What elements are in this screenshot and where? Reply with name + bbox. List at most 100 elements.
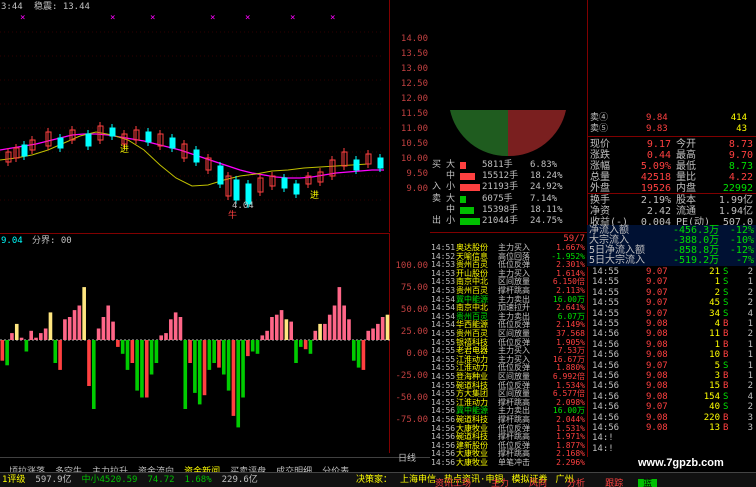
indicator-bar bbox=[29, 330, 34, 340]
indicator-bar bbox=[130, 340, 135, 363]
flow-vol: 21193手 bbox=[482, 182, 519, 192]
tick-vol: 5 bbox=[714, 360, 720, 371]
flow-vol: 21044手 bbox=[482, 216, 519, 226]
indicator-bar bbox=[231, 340, 236, 416]
tick-time: 14:55 bbox=[592, 308, 620, 319]
tick-vol: 4 bbox=[714, 319, 720, 329]
tick-row: 14:56 9.07 5 S 1 bbox=[588, 361, 756, 371]
flow-in-label: 入 bbox=[432, 182, 442, 192]
x-marker: × bbox=[210, 13, 215, 23]
indicator-bar bbox=[164, 333, 168, 340]
signal-tag: 进 bbox=[310, 190, 319, 201]
indicator-bar bbox=[48, 312, 53, 340]
indicator-bar bbox=[299, 340, 303, 347]
tick-price: 9.08 bbox=[646, 319, 668, 329]
sell-label: 卖⑤ bbox=[590, 124, 609, 134]
stat-row: 现价 9.17 今开 8.73 bbox=[588, 139, 756, 150]
candle-body bbox=[57, 137, 64, 149]
indicator-bar bbox=[0, 340, 5, 361]
indicator-bar bbox=[125, 340, 130, 370]
stat-value: 2.19% bbox=[640, 195, 671, 206]
signal-row[interactable]: 14:56 大康牧业 单笔冲击 2.296% bbox=[430, 458, 587, 467]
signal-name[interactable]: 大康牧业 bbox=[456, 458, 488, 467]
indicator-bar bbox=[376, 323, 380, 340]
flow-vol: 15512手 bbox=[482, 171, 519, 181]
right-tab[interactable]: 风向 bbox=[524, 479, 552, 487]
indicator-bar bbox=[308, 340, 313, 354]
indicator-axis-label: 75.00 bbox=[400, 283, 428, 293]
right-tab[interactable]: 跟踪 bbox=[600, 479, 628, 487]
flow-vol: 6075手 bbox=[482, 194, 513, 204]
flow-buy-label: 买 bbox=[432, 160, 442, 170]
flow-bar bbox=[460, 207, 475, 214]
tick-price: 9.07 bbox=[646, 298, 668, 309]
tick-time: 14:55 bbox=[592, 319, 620, 329]
stat-row: 净资 2.42 流通 1.94亿 bbox=[588, 206, 756, 217]
indicator-bar bbox=[183, 340, 188, 409]
tick-count: 2 bbox=[747, 298, 753, 309]
right-tab[interactable]: 篮 bbox=[638, 479, 658, 487]
indicator-bar bbox=[270, 317, 274, 340]
indicator-bar bbox=[87, 340, 91, 386]
right-tab[interactable]: 主力 bbox=[486, 479, 514, 487]
net-flow-panel: 净流入额 -456.3万 -12% 大宗流入 -388.0万 -10% 5日净流入额 -858… bbox=[587, 225, 756, 267]
right-tab[interactable]: 分析 bbox=[562, 479, 590, 487]
stat-label: 现价 bbox=[590, 139, 610, 150]
tick-row: 14:55 9.07 45 S 2 bbox=[588, 298, 756, 308]
tick-row: 14:55 9.07 1 S 1 bbox=[588, 277, 756, 287]
indicator-bar bbox=[323, 323, 327, 340]
indicator-bar bbox=[217, 340, 221, 368]
indicator-bar bbox=[91, 340, 96, 409]
indicator-bar bbox=[221, 340, 226, 375]
flow-size: 小 bbox=[446, 216, 456, 226]
stat-value-2: 4.22 bbox=[728, 172, 753, 183]
tick-vol: 15 bbox=[709, 381, 720, 392]
flow-bar bbox=[460, 162, 466, 169]
price-chart-panel[interactable]: 3:44 稳震: 13.44 × × × × × × × 进进牛 4.04 14.00 13.50… bbox=[0, 0, 428, 232]
tick-count: 4 bbox=[747, 391, 753, 402]
indicator-bar bbox=[361, 340, 366, 370]
candle-body bbox=[193, 149, 200, 163]
sell-price: 9.83 bbox=[646, 124, 668, 134]
tick-count: 1 bbox=[747, 339, 753, 350]
indicator-axis-label: -50.00 bbox=[395, 393, 428, 403]
tick-vol: 45 bbox=[709, 298, 720, 309]
indicator-panel[interactable]: 9.04 分界: 00 bbox=[0, 233, 390, 453]
tick-vol: 11 bbox=[709, 329, 720, 340]
tick-time: 14:56 bbox=[592, 339, 620, 350]
indicator-bar bbox=[250, 340, 255, 352]
indicator-bar bbox=[337, 287, 342, 340]
indicator-bar bbox=[246, 340, 250, 357]
tick-list-panel[interactable]: 14:55 9.07 21 S 2 14:55 9.07 1 S 1 14:55 9.07 2 S 2 14:… bbox=[587, 267, 756, 457]
flow-size: 中 bbox=[446, 171, 456, 181]
signal-value: 2.296% bbox=[556, 458, 585, 467]
stat-value: 2.42 bbox=[646, 206, 671, 217]
indicator-bar bbox=[77, 305, 82, 340]
day-label[interactable]: 日线 bbox=[398, 454, 416, 464]
price-axis-label: 10.50 bbox=[400, 139, 428, 149]
tick-price: 9.08 bbox=[646, 412, 668, 423]
indicator-bar bbox=[366, 330, 371, 340]
indicator-bar bbox=[313, 330, 318, 340]
signal-list-panel[interactable]: 59/7 14:51 奥达股份 主力买入 1.667% 14:52 天喻信息 高位回落 -1.… bbox=[430, 232, 587, 472]
signal-tag: 进 bbox=[120, 144, 129, 155]
candle-body bbox=[21, 144, 28, 157]
tick-vol: 1 bbox=[714, 277, 720, 288]
tick-time: 14:56 bbox=[592, 350, 620, 361]
indicator-axis-label: -25.00 bbox=[395, 371, 428, 381]
indicator-bar bbox=[351, 340, 356, 361]
tick-count: 1 bbox=[747, 360, 753, 371]
tick-price: 9.07 bbox=[646, 402, 668, 413]
x-marker: × bbox=[330, 13, 335, 23]
sell-price: 9.84 bbox=[646, 113, 668, 123]
tick-price: 9.07 bbox=[646, 287, 668, 298]
stat-label-2: 量比 bbox=[676, 172, 696, 183]
status-news-item[interactable]: 决策家： bbox=[356, 475, 392, 485]
indicator-axis: 100.00 75.00 50.00 25.00 0.00 -25.00 -50.00 -75… bbox=[392, 233, 430, 453]
indicator-chart-svg bbox=[0, 287, 390, 428]
candle-body bbox=[169, 137, 176, 149]
tick-price: 9.08 bbox=[646, 391, 668, 402]
stat-value-2: 8.73 bbox=[728, 139, 753, 150]
right-tab[interactable]: 资讯工场 bbox=[430, 479, 476, 487]
stat-label-2: 最低 bbox=[676, 161, 696, 172]
